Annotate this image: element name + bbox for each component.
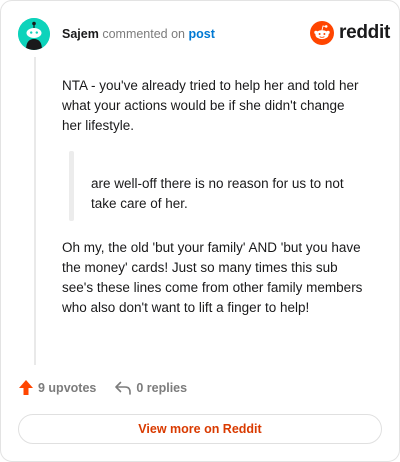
reddit-wordmark: reddit	[339, 22, 390, 43]
upvote-arrow-icon	[19, 380, 33, 395]
view-more-button[interactable]: View more on Reddit	[18, 414, 382, 444]
thread-line	[34, 57, 36, 365]
reply-arrow-icon	[115, 381, 132, 395]
reply-count: 0 replies	[136, 380, 188, 395]
post-link[interactable]: post	[189, 27, 215, 41]
comment-paragraph-2: Oh my, the old 'but your family' AND 'bu…	[62, 240, 363, 315]
reply-button[interactable]: 0 replies	[114, 380, 187, 396]
reddit-brand[interactable]: reddit	[310, 21, 390, 45]
snoo-avatar-icon	[18, 18, 50, 50]
comment-paragraph-1: NTA - you've already tried to help her a…	[62, 78, 359, 133]
blockquote-text: are well-off there is no reason for us t…	[91, 176, 344, 211]
comment-header: Sajem commented on post	[62, 27, 215, 41]
upvote-button[interactable]: 9 upvotes	[18, 379, 96, 396]
comment-embed-card: Sajem commented on post reddit NTA - you…	[0, 0, 400, 462]
reddit-logo-icon	[310, 21, 334, 45]
author-name[interactable]: Sajem	[62, 27, 99, 41]
blockquote-bar	[69, 151, 74, 221]
upvote-count: 9 upvotes	[38, 380, 97, 395]
comment-actions: 9 upvotes 0 replies	[18, 379, 205, 396]
avatar[interactable]	[18, 18, 50, 50]
comment-verb: commented on	[102, 27, 186, 41]
